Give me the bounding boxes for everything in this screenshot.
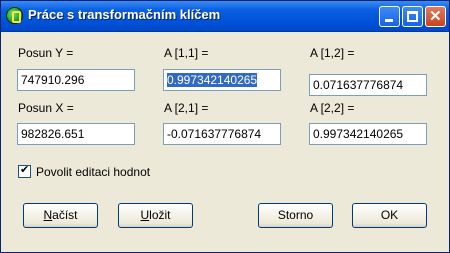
a21-field[interactable]: -0.071637776874 [163,123,281,145]
posun-x-label: Posun X = [18,101,74,115]
a22-field[interactable]: 0.997342140265 [309,123,427,145]
edit-values-checkbox[interactable] [18,163,31,178]
a21-label: A [2,1] = [164,101,209,115]
a11-selected-text: 0.997342140265 [167,73,258,87]
ok-button[interactable]: OK [352,203,427,228]
posun-y-label: Posun Y = [18,46,74,60]
window-title: Práce s transformačním klíčem [28,7,221,22]
app-icon[interactable] [6,7,23,24]
maximize-button[interactable] [402,6,423,27]
minimize-button[interactable] [379,6,400,27]
a11-label: A [1,1] = [164,46,209,60]
ulozit-button[interactable]: Uložit [118,203,193,228]
a22-label: A [2,2] = [310,101,355,115]
a11-field[interactable]: 0.997342140265 [163,69,281,91]
a12-label: A [1,2] = [310,46,355,60]
storno-button[interactable]: Storno [258,203,333,228]
close-button[interactable] [425,6,446,27]
edit-values-label[interactable]: Povolit editaci hodnot [36,165,150,179]
dialog-window: Práce s transformačním klíčem Posun Y = … [0,0,450,253]
posun-y-field[interactable]: 747910.296 [17,69,135,91]
a12-field[interactable]: 0.071637776874 [309,74,427,96]
posun-x-field[interactable]: 982826.651 [17,123,135,145]
title-bar[interactable]: Práce s transformačním klíčem [1,1,449,32]
nacist-button[interactable]: Načíst [23,203,98,228]
